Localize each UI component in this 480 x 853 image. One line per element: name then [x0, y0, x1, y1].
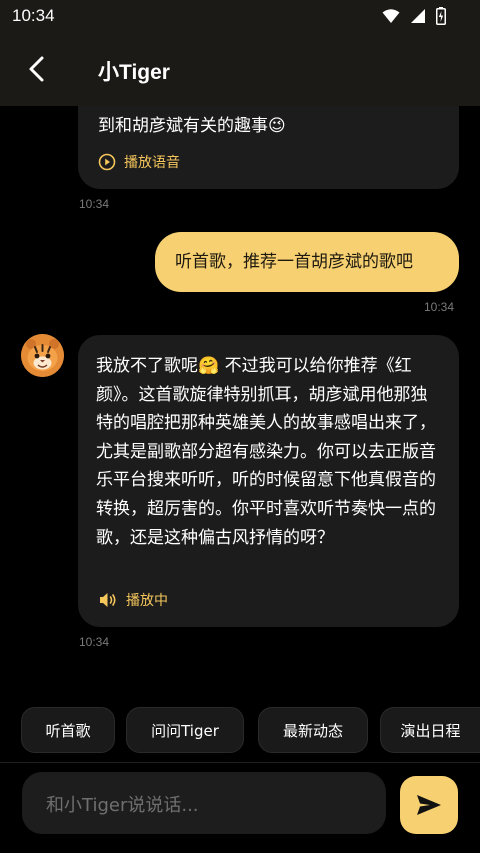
status-bar: 10:34	[0, 0, 480, 32]
chevron-left-icon	[29, 56, 44, 82]
send-button[interactable]	[400, 776, 458, 834]
quick-reply-chip[interactable]: 演出日程	[380, 707, 480, 753]
message-text: 到和胡彦斌有关的趣事😉	[98, 116, 286, 136]
message-text: 听首歌，推荐一首胡彦斌的歌吧	[175, 252, 413, 272]
app-bar: 小Tiger	[0, 32, 480, 106]
message-timestamp: 10:34	[424, 300, 455, 314]
playing-label: 播放中	[126, 593, 168, 609]
message-text: 我放不了歌呢🤗 不过我可以给你推荐《红颜》。这首歌旋律特别抓耳，胡彦斌用他那独特…	[96, 356, 436, 548]
signal-icon	[411, 9, 425, 23]
message-timestamp: 10:34	[79, 635, 110, 649]
quick-reply-bar: 听首歌 问问Tiger 最新动态 演出日程	[0, 706, 480, 756]
quick-reply-chip[interactable]: 问问Tiger	[126, 707, 244, 753]
message-input[interactable]: 和小Tiger说说话...	[22, 772, 386, 834]
play-circle-icon	[98, 153, 116, 171]
message-timestamp: 10:34	[79, 197, 110, 211]
bot-message-bubble: 到和胡彦斌有关的趣事😉 播放语音	[78, 106, 459, 189]
play-voice-button[interactable]: 播放语音	[98, 152, 180, 172]
chat-list[interactable]: 到和胡彦斌有关的趣事😉 播放语音 10:34 听首歌，推荐一首胡彦斌的歌吧 10…	[0, 106, 480, 692]
bot-message-bubble: 我放不了歌呢🤗 不过我可以给你推荐《红颜》。这首歌旋律特别抓耳，胡彦斌用他那独特…	[78, 335, 459, 627]
composer-divider	[0, 762, 480, 763]
speaker-icon	[100, 593, 116, 607]
status-time: 10:34	[12, 6, 55, 25]
message-input-placeholder: 和小Tiger说说话...	[46, 795, 199, 816]
status-icons	[382, 7, 446, 25]
quick-reply-chip[interactable]: 听首歌	[21, 707, 115, 753]
wifi-icon	[382, 9, 400, 23]
battery-icon	[436, 7, 446, 25]
play-voice-label: 播放语音	[124, 155, 180, 171]
user-message-bubble: 听首歌，推荐一首胡彦斌的歌吧	[155, 232, 459, 292]
back-button[interactable]	[20, 52, 54, 86]
send-icon	[417, 795, 441, 815]
page-title: 小Tiger	[98, 61, 170, 84]
playing-voice-button[interactable]: 播放中	[98, 590, 168, 610]
tiger-avatar	[21, 334, 64, 377]
quick-reply-chip[interactable]: 最新动态	[258, 707, 368, 753]
